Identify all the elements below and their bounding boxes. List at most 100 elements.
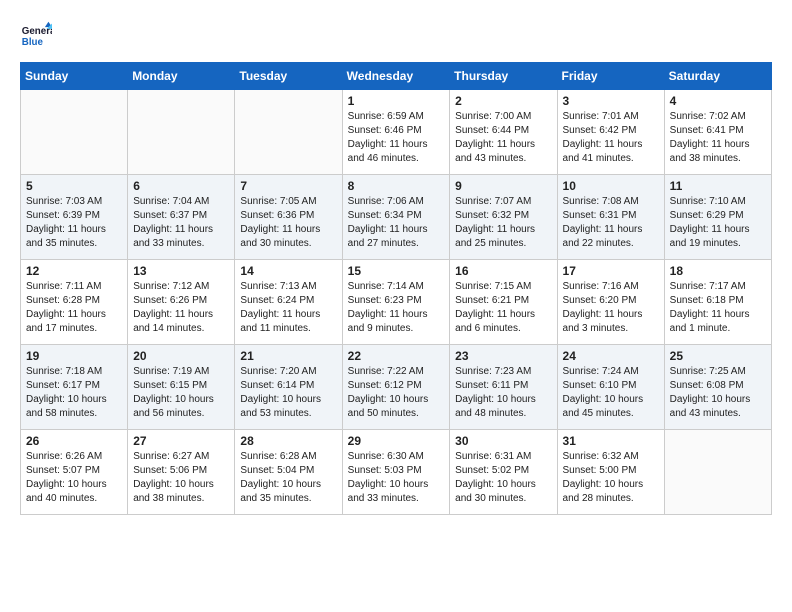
day-info: Sunrise: 6:28 AM Sunset: 5:04 PM Dayligh… <box>240 450 336 506</box>
day-info: Sunrise: 7:23 AM Sunset: 6:11 PM Dayligh… <box>455 365 551 421</box>
day-number: 8 <box>348 179 445 193</box>
day-number: 10 <box>563 179 659 193</box>
day-info: Sunrise: 7:01 AM Sunset: 6:42 PM Dayligh… <box>563 110 659 166</box>
day-info: Sunrise: 7:04 AM Sunset: 6:37 PM Dayligh… <box>133 195 229 251</box>
weekday-monday: Monday <box>128 63 235 90</box>
day-info: Sunrise: 7:06 AM Sunset: 6:34 PM Dayligh… <box>348 195 445 251</box>
day-number: 5 <box>26 179 122 193</box>
calendar-cell: 3 Sunrise: 7:01 AM Sunset: 6:42 PM Daylig… <box>557 90 664 175</box>
day-number: 13 <box>133 264 229 278</box>
day-number: 14 <box>240 264 336 278</box>
day-number: 3 <box>563 94 659 108</box>
day-number: 24 <box>563 349 659 363</box>
day-number: 30 <box>455 434 551 448</box>
day-info: Sunrise: 7:05 AM Sunset: 6:36 PM Dayligh… <box>240 195 336 251</box>
calendar-cell: 1 Sunrise: 6:59 AM Sunset: 6:46 PM Daylig… <box>342 90 450 175</box>
day-number: 22 <box>348 349 445 363</box>
logo: General Blue <box>20 20 52 52</box>
weekday-friday: Friday <box>557 63 664 90</box>
calendar-cell: 17 Sunrise: 7:16 AM Sunset: 6:20 PM Dayli… <box>557 260 664 345</box>
day-info: Sunrise: 7:10 AM Sunset: 6:29 PM Dayligh… <box>670 195 766 251</box>
day-info: Sunrise: 7:02 AM Sunset: 6:41 PM Dayligh… <box>670 110 766 166</box>
calendar-cell <box>235 90 342 175</box>
day-number: 6 <box>133 179 229 193</box>
calendar-cell: 26 Sunrise: 6:26 AM Sunset: 5:07 PM Dayli… <box>21 430 128 515</box>
calendar-cell: 9 Sunrise: 7:07 AM Sunset: 6:32 PM Daylig… <box>450 175 557 260</box>
weekday-header-row: SundayMondayTuesdayWednesdayThursdayFrid… <box>21 63 772 90</box>
day-number: 9 <box>455 179 551 193</box>
calendar-cell <box>128 90 235 175</box>
day-info: Sunrise: 7:20 AM Sunset: 6:14 PM Dayligh… <box>240 365 336 421</box>
calendar-cell: 4 Sunrise: 7:02 AM Sunset: 6:41 PM Daylig… <box>664 90 771 175</box>
day-number: 16 <box>455 264 551 278</box>
day-number: 25 <box>670 349 766 363</box>
day-info: Sunrise: 6:30 AM Sunset: 5:03 PM Dayligh… <box>348 450 445 506</box>
day-number: 15 <box>348 264 445 278</box>
day-info: Sunrise: 7:00 AM Sunset: 6:44 PM Dayligh… <box>455 110 551 166</box>
day-number: 1 <box>348 94 445 108</box>
day-info: Sunrise: 7:19 AM Sunset: 6:15 PM Dayligh… <box>133 365 229 421</box>
calendar-cell: 13 Sunrise: 7:12 AM Sunset: 6:26 PM Dayli… <box>128 260 235 345</box>
calendar-cell: 23 Sunrise: 7:23 AM Sunset: 6:11 PM Dayli… <box>450 345 557 430</box>
day-number: 26 <box>26 434 122 448</box>
calendar-cell <box>664 430 771 515</box>
day-info: Sunrise: 7:08 AM Sunset: 6:31 PM Dayligh… <box>563 195 659 251</box>
weekday-wednesday: Wednesday <box>342 63 450 90</box>
weekday-thursday: Thursday <box>450 63 557 90</box>
day-number: 11 <box>670 179 766 193</box>
calendar-cell <box>21 90 128 175</box>
day-info: Sunrise: 7:16 AM Sunset: 6:20 PM Dayligh… <box>563 280 659 336</box>
day-number: 29 <box>348 434 445 448</box>
day-number: 17 <box>563 264 659 278</box>
calendar-cell: 24 Sunrise: 7:24 AM Sunset: 6:10 PM Dayli… <box>557 345 664 430</box>
calendar-cell: 8 Sunrise: 7:06 AM Sunset: 6:34 PM Daylig… <box>342 175 450 260</box>
week-row-1: 1 Sunrise: 6:59 AM Sunset: 6:46 PM Daylig… <box>21 90 772 175</box>
week-row-2: 5 Sunrise: 7:03 AM Sunset: 6:39 PM Daylig… <box>21 175 772 260</box>
day-info: Sunrise: 6:27 AM Sunset: 5:06 PM Dayligh… <box>133 450 229 506</box>
day-info: Sunrise: 7:22 AM Sunset: 6:12 PM Dayligh… <box>348 365 445 421</box>
day-number: 27 <box>133 434 229 448</box>
day-info: Sunrise: 6:59 AM Sunset: 6:46 PM Dayligh… <box>348 110 445 166</box>
week-row-4: 19 Sunrise: 7:18 AM Sunset: 6:17 PM Dayli… <box>21 345 772 430</box>
day-info: Sunrise: 7:17 AM Sunset: 6:18 PM Dayligh… <box>670 280 766 336</box>
calendar-cell: 2 Sunrise: 7:00 AM Sunset: 6:44 PM Daylig… <box>450 90 557 175</box>
day-info: Sunrise: 6:31 AM Sunset: 5:02 PM Dayligh… <box>455 450 551 506</box>
weekday-saturday: Saturday <box>664 63 771 90</box>
calendar-table: SundayMondayTuesdayWednesdayThursdayFrid… <box>20 62 772 515</box>
calendar-cell: 15 Sunrise: 7:14 AM Sunset: 6:23 PM Dayli… <box>342 260 450 345</box>
calendar-cell: 11 Sunrise: 7:10 AM Sunset: 6:29 PM Dayli… <box>664 175 771 260</box>
day-info: Sunrise: 7:15 AM Sunset: 6:21 PM Dayligh… <box>455 280 551 336</box>
day-info: Sunrise: 7:12 AM Sunset: 6:26 PM Dayligh… <box>133 280 229 336</box>
day-info: Sunrise: 7:24 AM Sunset: 6:10 PM Dayligh… <box>563 365 659 421</box>
calendar-cell: 7 Sunrise: 7:05 AM Sunset: 6:36 PM Daylig… <box>235 175 342 260</box>
calendar-cell: 29 Sunrise: 6:30 AM Sunset: 5:03 PM Dayli… <box>342 430 450 515</box>
day-number: 4 <box>670 94 766 108</box>
day-info: Sunrise: 7:07 AM Sunset: 6:32 PM Dayligh… <box>455 195 551 251</box>
day-info: Sunrise: 6:26 AM Sunset: 5:07 PM Dayligh… <box>26 450 122 506</box>
week-row-5: 26 Sunrise: 6:26 AM Sunset: 5:07 PM Dayli… <box>21 430 772 515</box>
day-number: 7 <box>240 179 336 193</box>
svg-text:Blue: Blue <box>22 37 44 48</box>
day-number: 18 <box>670 264 766 278</box>
day-info: Sunrise: 7:14 AM Sunset: 6:23 PM Dayligh… <box>348 280 445 336</box>
calendar-cell: 18 Sunrise: 7:17 AM Sunset: 6:18 PM Dayli… <box>664 260 771 345</box>
day-info: Sunrise: 7:11 AM Sunset: 6:28 PM Dayligh… <box>26 280 122 336</box>
day-info: Sunrise: 6:32 AM Sunset: 5:00 PM Dayligh… <box>563 450 659 506</box>
logo-icon: General Blue <box>20 20 52 52</box>
weekday-sunday: Sunday <box>21 63 128 90</box>
day-number: 23 <box>455 349 551 363</box>
day-info: Sunrise: 7:18 AM Sunset: 6:17 PM Dayligh… <box>26 365 122 421</box>
calendar-cell: 27 Sunrise: 6:27 AM Sunset: 5:06 PM Dayli… <box>128 430 235 515</box>
day-info: Sunrise: 7:03 AM Sunset: 6:39 PM Dayligh… <box>26 195 122 251</box>
week-row-3: 12Sunrise: 7:11 AM Sunset: 6:28 PM Dayli… <box>21 260 772 345</box>
page-header: General Blue <box>20 20 772 52</box>
day-info: Sunrise: 7:13 AM Sunset: 6:24 PM Dayligh… <box>240 280 336 336</box>
calendar-cell: 21 Sunrise: 7:20 AM Sunset: 6:14 PM Dayli… <box>235 345 342 430</box>
day-number: 2 <box>455 94 551 108</box>
day-number: 20 <box>133 349 229 363</box>
calendar-cell: 22 Sunrise: 7:22 AM Sunset: 6:12 PM Dayli… <box>342 345 450 430</box>
day-number: 21 <box>240 349 336 363</box>
calendar-cell: 5 Sunrise: 7:03 AM Sunset: 6:39 PM Daylig… <box>21 175 128 260</box>
calendar-cell: 28Sunrise: 6:28 AM Sunset: 5:04 PM Dayli… <box>235 430 342 515</box>
day-number: 19 <box>26 349 122 363</box>
